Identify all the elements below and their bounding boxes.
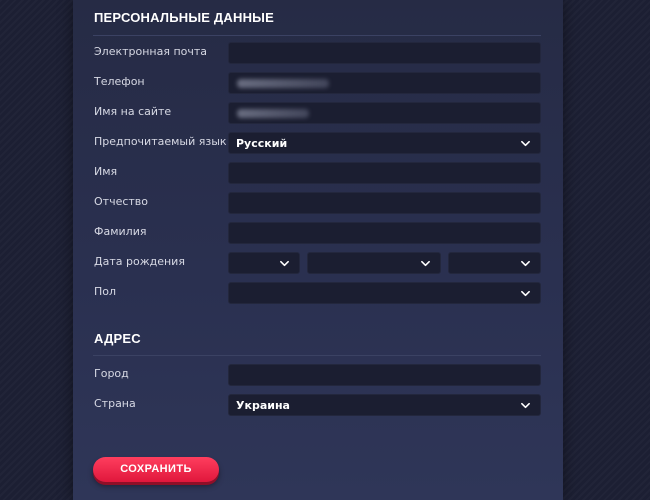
chevron-down-icon: [421, 260, 430, 267]
username-value-redacted: [237, 109, 309, 118]
chevron-down-icon: [280, 260, 289, 267]
phone-field[interactable]: [228, 72, 541, 94]
city-label: Город: [94, 367, 129, 380]
save-button[interactable]: СОХРАНИТЬ: [93, 457, 219, 482]
country-select[interactable]: Украина: [228, 394, 541, 416]
city-field[interactable]: [228, 364, 541, 386]
birth-year-select[interactable]: [448, 252, 541, 274]
chevron-down-icon: [521, 402, 530, 409]
birth-month-select[interactable]: [307, 252, 441, 274]
last-name-field[interactable]: [228, 222, 541, 244]
patronymic-label: Отчество: [94, 195, 149, 208]
phone-label: Телефон: [94, 75, 145, 88]
email-field[interactable]: [228, 42, 541, 64]
section-divider: [93, 355, 541, 356]
birth-date-label: Дата рождения: [94, 255, 185, 268]
username-label: Имя на сайте: [94, 105, 172, 118]
chevron-down-icon: [521, 290, 530, 297]
chevron-down-icon: [521, 260, 530, 267]
birth-day-select[interactable]: [228, 252, 300, 274]
first-name-label: Имя: [94, 165, 118, 178]
gender-label: Пол: [94, 285, 117, 298]
email-label: Электронная почта: [94, 45, 208, 58]
address-heading: АДРЕС: [94, 331, 141, 346]
personal-data-heading: ПЕРСОНАЛЬНЫЕ ДАННЫЕ: [94, 10, 274, 25]
country-label: Страна: [94, 397, 136, 410]
chevron-down-icon: [521, 140, 530, 147]
last-name-label: Фамилия: [94, 225, 147, 238]
phone-value-redacted: [237, 79, 329, 88]
language-select[interactable]: Русский: [228, 132, 541, 154]
language-value: Русский: [236, 137, 288, 150]
patronymic-field[interactable]: [228, 192, 541, 214]
language-label: Предпочитаемый язык: [94, 135, 227, 148]
first-name-field[interactable]: [228, 162, 541, 184]
gender-select[interactable]: [228, 282, 541, 304]
section-divider: [93, 35, 541, 36]
username-field[interactable]: [228, 102, 541, 124]
profile-form-panel: ПЕРСОНАЛЬНЫЕ ДАННЫЕ Электронная почта Те…: [73, 0, 563, 500]
country-value: Украина: [236, 399, 290, 412]
